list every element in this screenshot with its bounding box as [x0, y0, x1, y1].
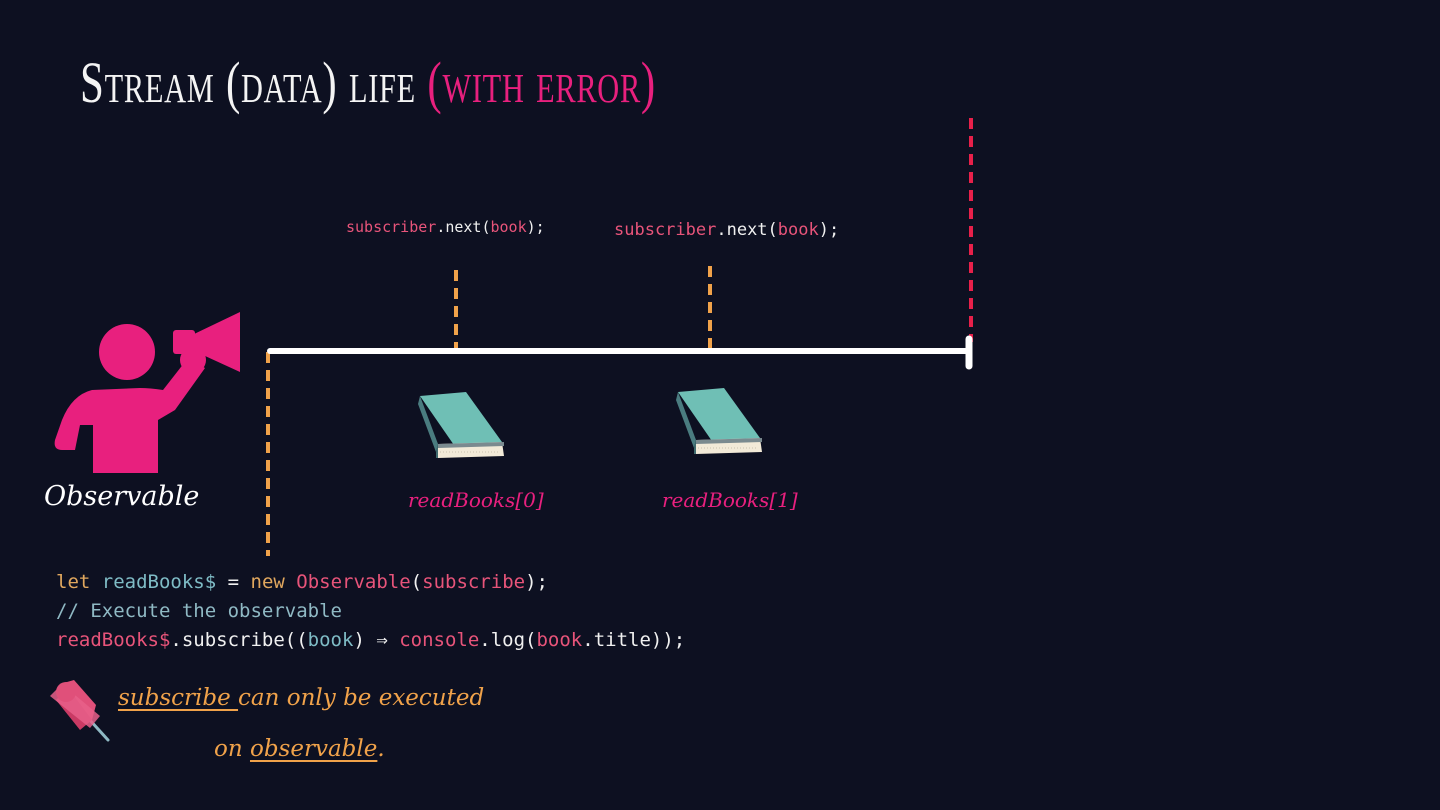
- code-line-3: readBooks$.subscribe((book) ⇒ console.lo…: [56, 626, 685, 655]
- observable-label: Observable: [44, 481, 200, 512]
- code-line-2: // Execute the observable: [56, 597, 685, 626]
- code-punct: (: [410, 571, 423, 593]
- code-method: .subscribe((: [170, 629, 308, 651]
- code-call-method: .log(: [479, 629, 537, 651]
- note-end: .: [377, 736, 385, 762]
- code-object: readBooks$: [56, 629, 171, 651]
- code-class: Observable: [296, 571, 411, 593]
- book-icon: [418, 392, 504, 458]
- note-text-1: can only be executed: [238, 685, 485, 711]
- code-tail: .title));: [582, 629, 686, 651]
- book-icon: [676, 388, 762, 454]
- code-call-arg: book: [536, 629, 583, 651]
- code-call: console: [399, 629, 480, 651]
- code-comment: // Execute the observable: [56, 600, 342, 622]
- note-line-2: on observable.: [214, 736, 385, 762]
- item-label-1: readBooks[1]: [662, 488, 798, 512]
- item-label-0: readBooks[0]: [408, 488, 544, 512]
- code-block: let readBooks$ = new Observable(subscrib…: [56, 568, 685, 655]
- note-keyword-observable: observable: [249, 736, 378, 762]
- code-arrow: ) ⇒: [353, 629, 400, 651]
- code-param: book: [307, 629, 354, 651]
- code-variable: readBooks$: [101, 571, 217, 593]
- code-keyword: let: [56, 571, 91, 593]
- code-operator: =: [216, 571, 251, 593]
- note-line-1: subscribe can only be executed: [118, 685, 484, 711]
- person-megaphone-icon: [54, 312, 240, 473]
- code-arg: subscribe: [422, 571, 526, 593]
- note-keyword-subscribe: subscribe: [118, 685, 239, 711]
- code-line-1: let readBooks$ = new Observable(subscrib…: [56, 568, 685, 597]
- note-text-2: on: [214, 736, 250, 762]
- code-punct: );: [525, 571, 548, 593]
- pushpin-icon: [50, 680, 110, 742]
- code-keyword: new: [250, 571, 285, 593]
